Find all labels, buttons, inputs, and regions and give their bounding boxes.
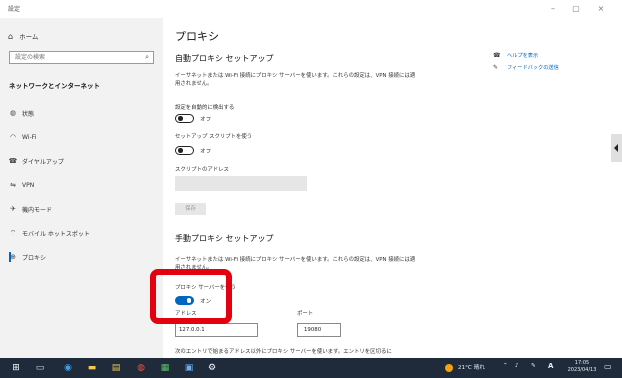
- exceptions-description: 次のエントリで始まるアドレス以外にプロキシ サーバーを使います。エントリを区切る…: [175, 349, 392, 355]
- clock-time: 17:05: [574, 360, 590, 366]
- sidebar-item-airplane[interactable]: ✈ 機内モード: [0, 203, 163, 215]
- feedback-icon: ✎: [493, 64, 499, 71]
- sidebar-item-label: Wi-Fi: [22, 133, 37, 141]
- settings-icon[interactable]: ⚙: [206, 362, 218, 374]
- sidebar-item-wifi[interactable]: ◠ Wi-Fi: [0, 131, 163, 143]
- maximize-button[interactable]: ▢: [567, 2, 585, 16]
- manual-proxy-heading: 手動プロキシ セットアップ: [175, 234, 274, 243]
- chrome-icon[interactable]: ◍: [135, 362, 147, 374]
- task-view-icon[interactable]: ▭: [34, 362, 46, 374]
- settings-window: 設定 – ▢ × ⌂ ホーム 設定の検索 ⌕ ネットワークとインターネット ◍ …: [0, 0, 622, 358]
- vpn-icon: ⇋: [10, 181, 16, 189]
- port-input[interactable]: 19080: [297, 323, 341, 337]
- sidebar: ⌂ ホーム 設定の検索 ⌕ ネットワークとインターネット ◍ 状態 ◠ Wi-F…: [0, 18, 163, 358]
- search-placeholder: 設定の検索: [15, 54, 46, 61]
- weather-text[interactable]: 21°C 晴れ: [458, 363, 485, 371]
- airplane-icon: ✈: [10, 205, 16, 213]
- sidebar-item-proxy[interactable]: ⊕ プロキシ: [0, 251, 163, 263]
- setup-script-label: セットアップ スクリプトを使う: [175, 134, 253, 140]
- sidebar-item-status[interactable]: ◍ 状態: [0, 107, 163, 119]
- clock[interactable]: 17:05 2023/04/13: [566, 360, 598, 374]
- hotspot-icon: ⌔: [9, 228, 17, 237]
- app-icon[interactable]: ▦: [159, 362, 171, 374]
- feedback-link[interactable]: ✎ フィードバックの送信: [493, 64, 559, 71]
- page-title: プロキシ: [175, 30, 219, 43]
- sidebar-item-dialup[interactable]: ☎ ダイヤルアップ: [0, 155, 163, 167]
- sidebar-item-label: 状態: [22, 110, 35, 118]
- start-icon[interactable]: ⊞: [10, 362, 22, 374]
- close-button[interactable]: ×: [592, 2, 610, 16]
- edge-icon[interactable]: ◉: [62, 362, 74, 374]
- file-explorer-icon[interactable]: ▬: [86, 362, 98, 374]
- sidebar-item-label: プロキシ: [22, 254, 47, 262]
- feedback-link-label: フィードバックの送信: [507, 65, 559, 71]
- pen-icon[interactable]: ✎: [531, 363, 536, 369]
- help-link-label: ヘルプを表示: [507, 53, 539, 59]
- status-icon: ◍: [9, 109, 17, 117]
- sidebar-item-hotspot[interactable]: ⌔ モバイル ホットスポット: [0, 227, 163, 239]
- search-icon: ⌕: [145, 53, 149, 61]
- wifi-icon: ◠: [9, 133, 17, 141]
- help-link[interactable]: ☎ ヘルプを表示: [493, 52, 538, 59]
- window-title: 設定: [8, 6, 21, 13]
- home-label: ホーム: [19, 33, 39, 41]
- highlight-box: [150, 269, 232, 324]
- sidebar-item-label: VPN: [22, 181, 35, 189]
- app-icon-2[interactable]: ▣: [183, 362, 195, 374]
- home-icon: ⌂: [8, 31, 14, 41]
- address-input[interactable]: 127.0.0.1: [175, 323, 258, 337]
- toggle-switch: [175, 146, 194, 155]
- store-icon[interactable]: ▤: [110, 362, 122, 374]
- taskbar: ⊞ ▭ ◉ ▬ ▤ ◍ ▦ ▣ ⚙ 21°C 晴れ ⌃ ♪ ✎ A 17:05 …: [0, 358, 622, 378]
- phone-icon: ☎: [8, 157, 18, 165]
- toggle-state: オフ: [200, 148, 212, 155]
- search-input[interactable]: 設定の検索 ⌕: [9, 51, 154, 64]
- sidebar-item-label: 機内モード: [22, 206, 53, 214]
- setup-script-toggle[interactable]: オフ: [175, 146, 211, 155]
- help-icon: ☎: [493, 52, 501, 59]
- auto-detect-toggle[interactable]: オフ: [175, 114, 211, 123]
- weather-icon: [445, 364, 453, 372]
- ime-indicator[interactable]: A: [548, 362, 553, 370]
- auto-proxy-description: イーサネットまたは Wi-Fi 接続にプロキシ サーバーを使います。これらの設定…: [175, 73, 416, 87]
- clock-date: 2023/04/13: [567, 367, 597, 373]
- title-bar: 設定 – ▢ ×: [0, 0, 622, 18]
- collapse-arrow-icon[interactable]: [611, 134, 622, 162]
- port-label: ポート: [297, 311, 314, 317]
- sidebar-item-label: モバイル ホットスポット: [22, 230, 90, 238]
- section-title: ネットワークとインターネット: [9, 82, 100, 90]
- minimize-button[interactable]: –: [544, 2, 562, 16]
- notification-icon[interactable]: ▭: [604, 362, 612, 371]
- globe-icon: ⊕: [10, 253, 16, 261]
- home-link[interactable]: ⌂ ホーム: [8, 30, 38, 42]
- script-address-label: スクリプトのアドレス: [175, 167, 229, 173]
- save-button[interactable]: 保存: [175, 203, 206, 215]
- toggle-switch: [175, 114, 194, 123]
- auto-detect-label: 設定を自動的に検出する: [175, 105, 235, 111]
- sidebar-item-label: ダイヤルアップ: [22, 158, 64, 166]
- toggle-state: オフ: [200, 116, 212, 123]
- script-address-input[interactable]: [175, 176, 307, 191]
- sidebar-item-vpn[interactable]: ⇋ VPN: [0, 179, 163, 191]
- auto-proxy-heading: 自動プロキシ セットアップ: [175, 54, 274, 63]
- chevron-up-icon[interactable]: ⌃: [503, 363, 508, 369]
- volume-icon[interactable]: ♪: [515, 363, 519, 369]
